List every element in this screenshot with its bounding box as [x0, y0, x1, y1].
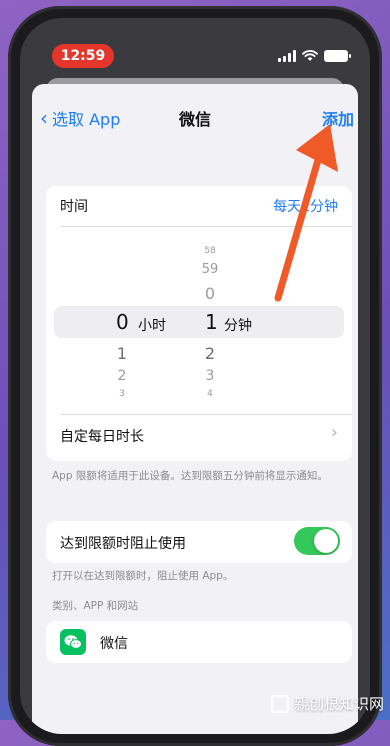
- watermark-logo-icon: [270, 694, 289, 713]
- watermark-text: 親创根知识网: [293, 695, 384, 713]
- annotation-arrow-icon: [274, 124, 338, 302]
- watermark: 親创根知识网: [270, 693, 384, 714]
